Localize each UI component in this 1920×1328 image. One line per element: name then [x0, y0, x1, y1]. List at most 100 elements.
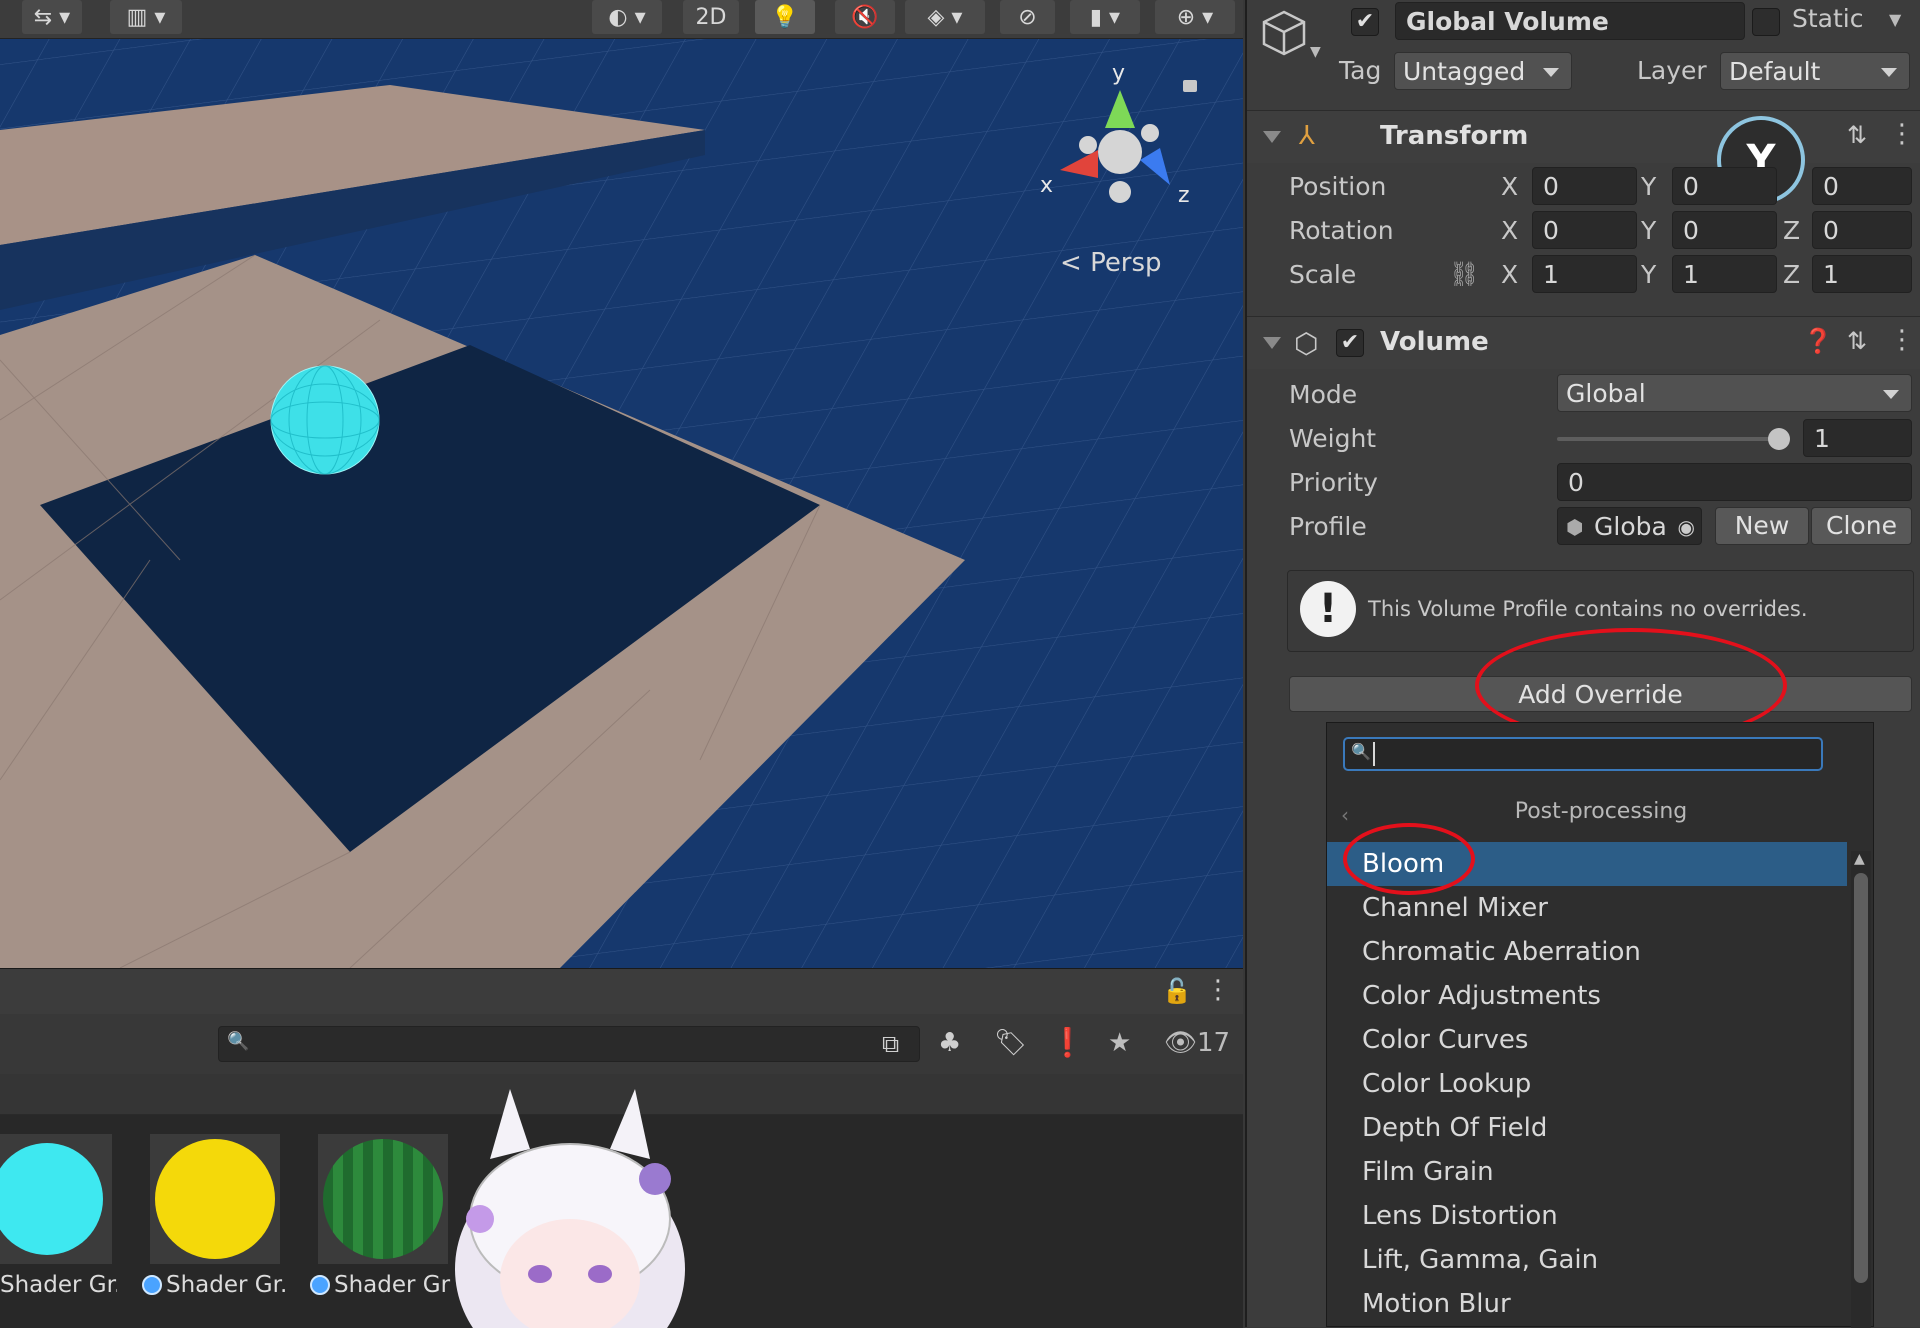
asset-item[interactable]: Shader Gr...: [142, 1134, 285, 1298]
axis-z-label: Z: [1783, 260, 1801, 289]
favorite-star-icon[interactable]: ★: [1108, 1028, 1131, 1058]
weight-slider-handle[interactable]: [1768, 428, 1790, 450]
override-item-film-grain[interactable]: Film Grain: [1327, 1150, 1847, 1194]
gameobject-cube-icon: [1262, 10, 1306, 56]
lock-icon[interactable]: [1183, 80, 1197, 92]
chibi-character-sticker: [455, 1089, 685, 1328]
weight-field[interactable]: 1: [1803, 419, 1912, 457]
volume-header[interactable]: ⬡ ✔ Volume ❓ ⇅ ⋮: [1247, 316, 1920, 369]
scale-x-field[interactable]: 1: [1532, 255, 1637, 293]
component-menu-icon[interactable]: ⋮: [1889, 119, 1915, 149]
transform-header[interactable]: ⅄ Transform ⇅ ⋮: [1247, 110, 1920, 163]
override-item-color-curves[interactable]: Color Curves: [1327, 1018, 1847, 1062]
constrain-proportions-icon[interactable]: ⛓: [1449, 260, 1479, 288]
profile-object-field[interactable]: ⬢ Globa ◉: [1557, 507, 1702, 545]
asset-thumbnail: [0, 1134, 112, 1264]
asset-item[interactable]: Shader Gr...: [0, 1134, 117, 1298]
layer-dropdown[interactable]: Default: [1720, 52, 1910, 90]
override-item-lens-distortion[interactable]: Lens Distortion: [1327, 1194, 1847, 1238]
icon-picker-dropdown-icon[interactable]: ▼: [1310, 44, 1321, 60]
tag-dropdown[interactable]: Untagged: [1394, 52, 1572, 90]
scroll-up-arrow-icon[interactable]: ▲: [1854, 851, 1865, 867]
position-z-field[interactable]: 0: [1812, 167, 1912, 205]
override-item-depth-of-field[interactable]: Depth Of Field: [1327, 1106, 1847, 1150]
scene-toolbar: ⇆ ▾ ▥ ▾ ◐ ▾ 2D 💡 🔇 ◈ ▾ ⊘ ▮ ▾ ⊕ ▾: [0, 0, 1243, 39]
new-profile-button[interactable]: New: [1715, 507, 1809, 545]
override-item-color-adjustments[interactable]: Color Adjustments: [1327, 974, 1847, 1018]
object-picker-icon[interactable]: ◉: [1678, 508, 1695, 544]
override-item-lift-gamma-gain[interactable]: Lift, Gamma, Gain: [1327, 1238, 1847, 1282]
scale-y-field[interactable]: 1: [1672, 255, 1777, 293]
lock-icon[interactable]: 🔓: [1162, 977, 1192, 1005]
component-menu-icon[interactable]: ⋮: [1889, 325, 1915, 355]
transform-tool-button[interactable]: ⇆ ▾: [22, 0, 82, 34]
layer-label: Layer: [1637, 56, 1707, 85]
rotation-x-field[interactable]: 0: [1532, 211, 1637, 249]
scale-z-field[interactable]: 1: [1812, 255, 1912, 293]
scene-canvas[interactable]: y x z: [0, 0, 1243, 968]
warning-filter-icon[interactable]: ❗: [1050, 1026, 1085, 1059]
volume-enabled-checkbox[interactable]: ✔: [1336, 329, 1364, 357]
transform-title: Transform: [1380, 121, 1529, 151]
shader-graph-icon: [142, 1275, 162, 1295]
static-dropdown-icon[interactable]: ▼: [1889, 10, 1901, 29]
help-icon[interactable]: ❓: [1803, 327, 1833, 355]
shader-graph-icon: [310, 1275, 330, 1295]
layer-value: Default: [1729, 57, 1821, 86]
position-y-field[interactable]: 0: [1672, 167, 1777, 205]
popup-search-input[interactable]: 🔍: [1343, 737, 1823, 771]
rotation-label: Rotation: [1289, 216, 1394, 245]
active-checkbox[interactable]: ✔: [1351, 8, 1379, 36]
static-checkbox[interactable]: [1752, 8, 1780, 36]
position-label: Position: [1289, 172, 1387, 201]
axis-y-label: Y: [1641, 216, 1657, 245]
override-item-chromatic-aberration[interactable]: Chromatic Aberration: [1327, 930, 1847, 974]
object-name-field[interactable]: Global Volume: [1395, 2, 1745, 40]
position-x-field[interactable]: 0: [1532, 167, 1637, 205]
info-warning-icon: !: [1300, 581, 1356, 637]
filter-by-label-icon[interactable]: 🏷: [994, 1028, 1027, 1058]
project-panel: 🔓 ⋮ 🔍 ⧉ ♣ 🏷 ❗ ★ 👁17 Shader Gr... Shader …: [0, 968, 1243, 1328]
more-options-icon[interactable]: ⋮: [1205, 975, 1231, 1005]
tag-label: Tag: [1339, 56, 1382, 85]
camera-settings-icon[interactable]: ▮ ▾: [1070, 0, 1140, 34]
filter-by-type-icon[interactable]: ♣: [938, 1028, 961, 1058]
search-options-icon[interactable]: ⧉: [882, 1030, 899, 1058]
popup-category-title: Post-processing: [1514, 799, 1688, 824]
text-caret: [1373, 742, 1375, 766]
volume-cube-icon: ⬡: [1294, 327, 1319, 360]
gizmo-y-label: y: [1112, 61, 1125, 86]
projection-toggle[interactable]: < Persp: [1060, 248, 1162, 278]
visibility-count[interactable]: 👁17: [1164, 1028, 1230, 1058]
clone-profile-button[interactable]: Clone: [1811, 507, 1912, 545]
gizmos-toggle-icon[interactable]: ⊕ ▾: [1155, 0, 1235, 34]
rotation-y-field[interactable]: 0: [1672, 211, 1777, 249]
override-item-color-lookup[interactable]: Color Lookup: [1327, 1062, 1847, 1106]
preset-icon[interactable]: ⇅: [1847, 121, 1867, 149]
project-search-input[interactable]: 🔍: [218, 1026, 920, 1062]
axis-x-label: X: [1501, 260, 1519, 289]
draw-mode-button[interactable]: ◐ ▾: [592, 0, 662, 34]
audio-toggle-icon[interactable]: 🔇: [835, 0, 895, 34]
mode-dropdown[interactable]: Global: [1557, 374, 1912, 412]
lighting-toggle-icon[interactable]: 💡: [755, 0, 815, 34]
preset-icon[interactable]: ⇅: [1847, 327, 1867, 355]
foldout-arrow-icon[interactable]: [1263, 131, 1281, 143]
weight-slider-track[interactable]: [1557, 437, 1777, 441]
static-label: Static: [1792, 4, 1864, 33]
popup-scrollbar-thumb[interactable]: [1854, 873, 1868, 1283]
mode-2d-button[interactable]: 2D: [683, 0, 739, 34]
asset-thumbnail: [318, 1134, 448, 1264]
foldout-arrow-icon[interactable]: [1263, 337, 1281, 349]
grid-snap-button[interactable]: ▥ ▾: [110, 0, 182, 34]
weight-label: Weight: [1289, 424, 1377, 453]
scene-view[interactable]: y x z < Persp ⇆ ▾ ▥ ▾ ◐ ▾ 2D 💡 🔇 ◈ ▾ ⊘ ▮…: [0, 0, 1243, 968]
persp-label: Persp: [1090, 248, 1162, 278]
priority-field[interactable]: 0: [1557, 463, 1912, 501]
rotation-z-field[interactable]: 0: [1812, 211, 1912, 249]
override-item-motion-blur[interactable]: Motion Blur: [1327, 1282, 1847, 1326]
search-icon: 🔍: [227, 1031, 250, 1052]
visibility-toggle-icon[interactable]: ⊘: [1000, 0, 1055, 34]
annotation-circle: [1343, 823, 1475, 895]
effects-toggle-icon[interactable]: ◈ ▾: [905, 0, 985, 34]
